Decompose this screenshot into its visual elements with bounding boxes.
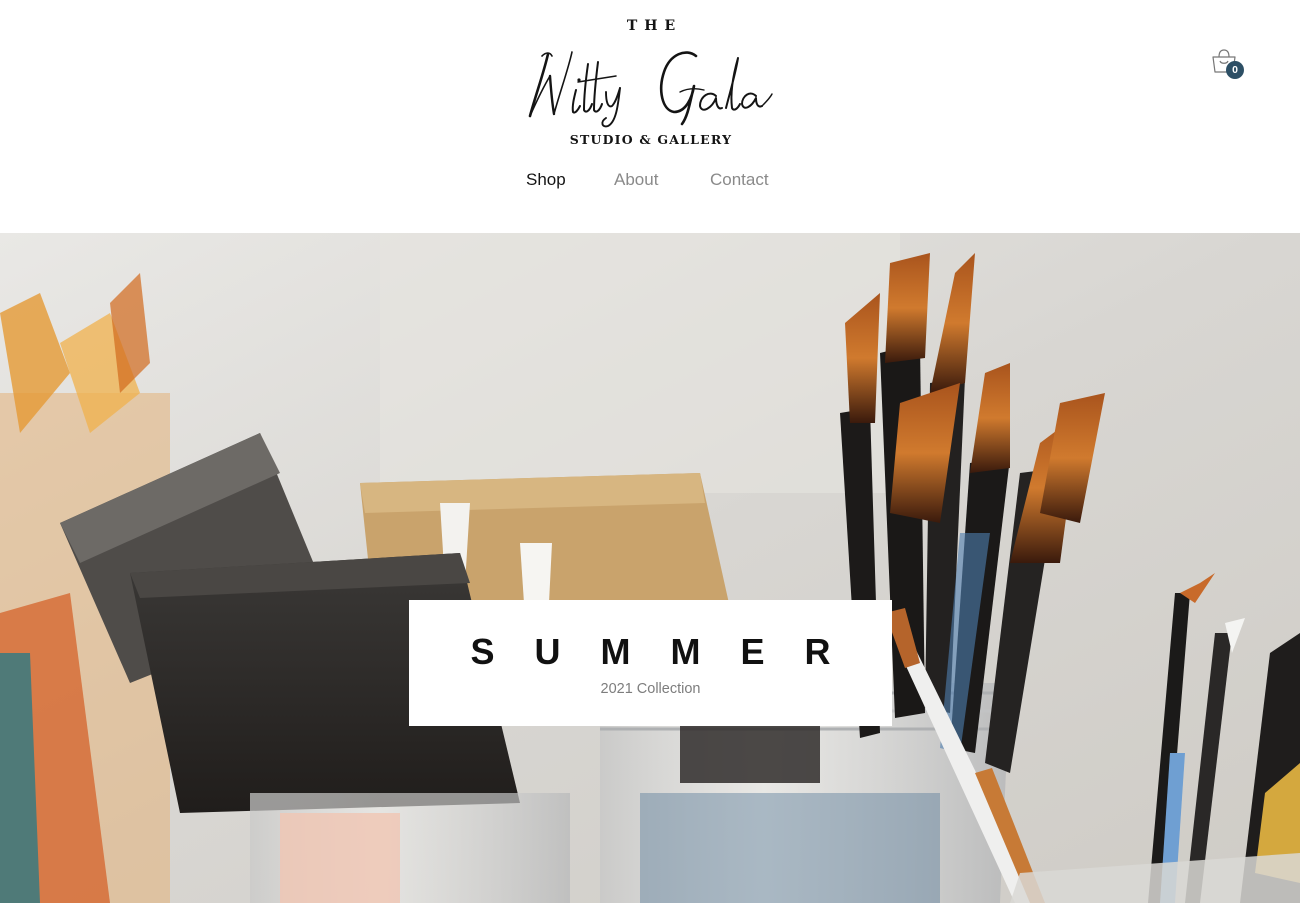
collection-banner-card[interactable]: SUMMER 2021 Collection — [409, 600, 892, 726]
hero-banner: SUMMER 2021 Collection — [0, 233, 1300, 903]
logo-script-wordmark — [528, 51, 773, 128]
nav-item-contact[interactable]: Contact — [710, 168, 769, 192]
site-logo[interactable]: THE STUDIO & GALLERY — [520, 14, 782, 152]
cart-count-badge: 0 — [1226, 61, 1244, 79]
page: THE STUDIO & GALLERY Shop About Contact … — [0, 0, 1300, 903]
logo-subtitle: STUDIO & GALLERY — [569, 132, 733, 147]
nav-item-about[interactable]: About — [614, 168, 658, 192]
collection-subtitle: 2021 Collection — [600, 681, 701, 697]
collection-title: SUMMER — [470, 631, 871, 672]
main-nav: Shop About Contact — [0, 168, 1300, 194]
site-header: THE STUDIO & GALLERY Shop About Contact … — [0, 0, 1300, 233]
hero-background-photo — [0, 233, 1300, 903]
nav-item-shop[interactable]: Shop — [526, 168, 566, 192]
cart-button[interactable]: 0 — [1210, 46, 1246, 82]
